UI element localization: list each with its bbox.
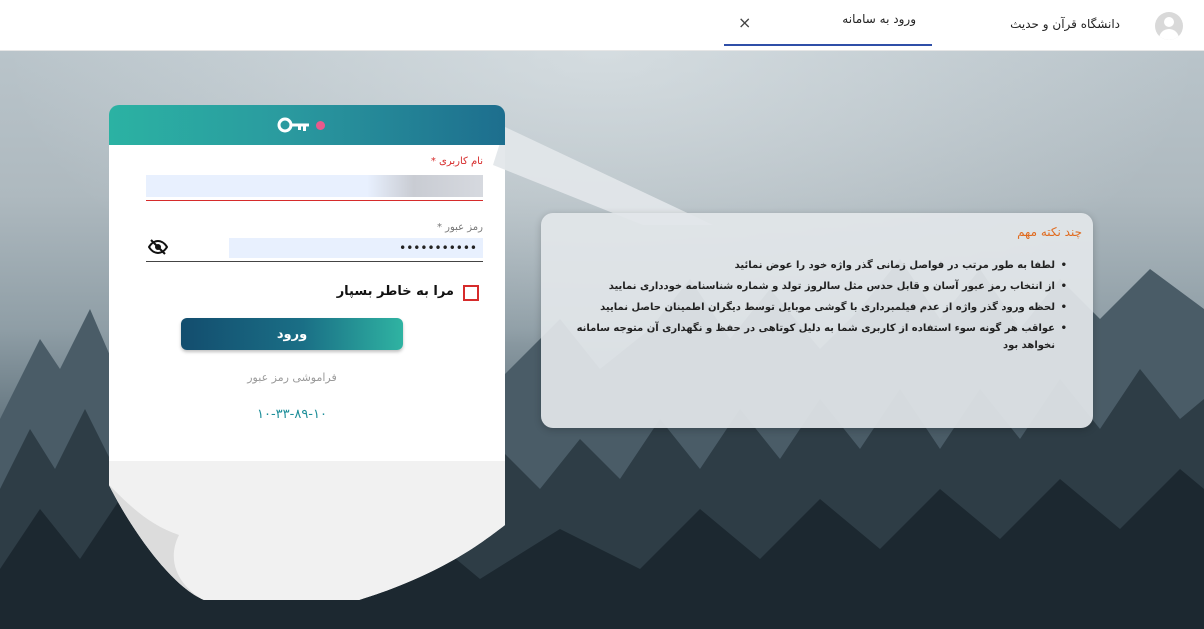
username-underline (146, 200, 483, 201)
info-item: لطفا به طور مرتب در فواصل زمانی گذر واژه… (547, 257, 1067, 274)
top-bar: دانشگاه قرآن و حدیث ورود به سامانه × (0, 0, 1204, 51)
login-card: نام کاربری * رمز عبور * مرا به خاطر بسپا… (109, 105, 713, 600)
card-header (109, 105, 505, 145)
university-name: دانشگاه قرآن و حدیث (1010, 17, 1120, 31)
login-button[interactable]: ورود (181, 318, 403, 350)
remember-checkbox[interactable] (463, 285, 479, 301)
tab-login-label: ورود به سامانه (842, 12, 916, 26)
version-code: ۱۰-۳۳-۸۹-۱۰ (257, 407, 327, 422)
forgot-password-link[interactable]: فراموشی رمز عبور (109, 371, 475, 384)
info-title: چند نکته مهم (1017, 225, 1082, 239)
username-autofill-highlight (367, 175, 483, 197)
speech-pointer (493, 127, 713, 225)
username-label: نام کاربری * (430, 156, 483, 167)
close-icon[interactable]: × (738, 15, 751, 31)
password-label: رمز عبور * (436, 222, 483, 233)
info-item: عواقب هر گونه سوء استفاده از کاربری شما … (547, 320, 1067, 354)
password-underline (146, 261, 483, 262)
user-avatar-icon[interactable] (1155, 12, 1183, 40)
remember-label: مرا به خاطر بسپار (336, 284, 454, 299)
tab-login[interactable]: ورود به سامانه × (724, 0, 932, 46)
eye-slash-icon[interactable] (148, 239, 168, 255)
info-item: از انتخاب رمز عبور آسان و قابل حدس مثل س… (547, 278, 1067, 295)
password-input[interactable] (229, 238, 483, 258)
info-panel: چند نکته مهم لطفا به طور مرتب در فواصل ز… (541, 213, 1093, 428)
info-item: لحظه ورود گذر واژه از عدم فیلمبرداری با … (547, 299, 1067, 316)
info-list: لطفا به طور مرتب در فواصل زمانی گذر واژه… (547, 257, 1079, 358)
key-icon (277, 117, 309, 133)
status-dot-icon (316, 121, 325, 130)
